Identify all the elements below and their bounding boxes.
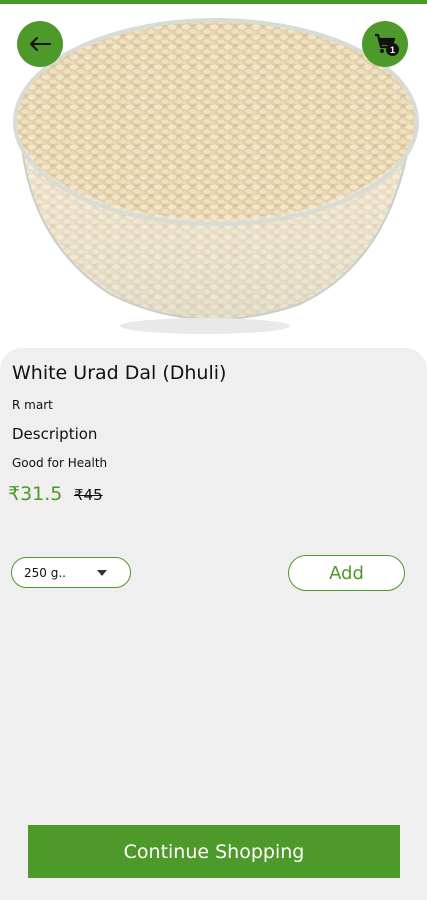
product-details-sheet: White Urad Dal (Dhuli) R mart Descriptio… bbox=[0, 348, 427, 900]
description-text: Good for Health bbox=[12, 456, 108, 470]
cart-button[interactable]: 1 bbox=[362, 21, 408, 67]
arrow-left-icon bbox=[30, 37, 51, 51]
add-button[interactable]: Add bbox=[288, 555, 405, 591]
dal-bowl-illustration bbox=[13, 18, 419, 334]
sale-price: ₹31.5 bbox=[8, 483, 63, 505]
cart-count-badge: 1 bbox=[386, 43, 399, 56]
back-button[interactable] bbox=[17, 21, 63, 67]
original-price: ₹45 bbox=[74, 486, 103, 504]
chevron-down-icon bbox=[97, 570, 107, 576]
product-title: White Urad Dal (Dhuli) bbox=[12, 362, 227, 384]
quantity-value: 250 g.. bbox=[24, 565, 66, 580]
product-image bbox=[0, 4, 427, 349]
description-heading: Description bbox=[12, 425, 98, 443]
quantity-dropdown[interactable]: 250 g.. bbox=[11, 557, 131, 588]
product-brand: R mart bbox=[12, 398, 53, 412]
continue-shopping-button[interactable]: Continue Shopping bbox=[28, 825, 400, 878]
